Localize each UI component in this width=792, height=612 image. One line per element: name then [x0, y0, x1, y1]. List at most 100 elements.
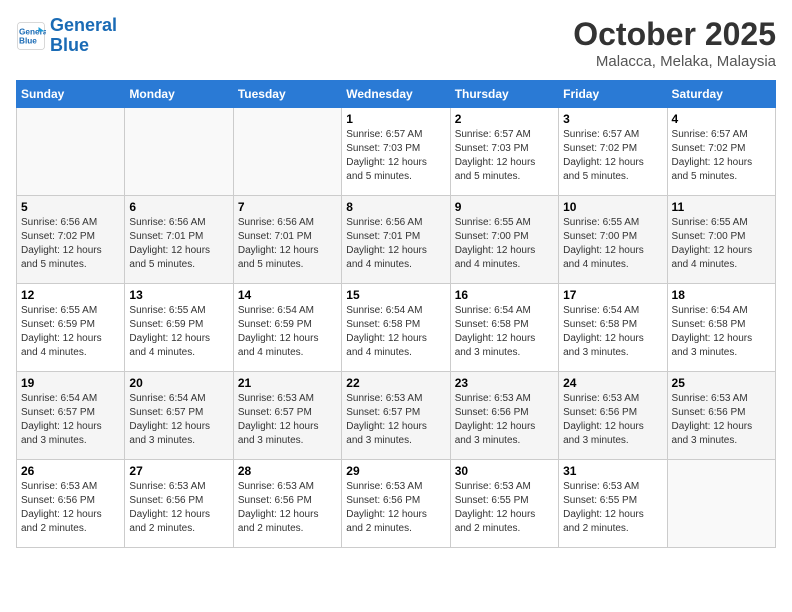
logo-text: General Blue — [50, 16, 117, 56]
calendar-cell: 13Sunrise: 6:55 AM Sunset: 6:59 PM Dayli… — [125, 284, 233, 372]
day-number: 29 — [346, 464, 445, 478]
calendar-cell: 10 Sunrise: 6:55 AM Sunset: 7:00 PM Dayli… — [559, 196, 667, 284]
day-number: 10 — [563, 200, 662, 214]
logo: General Blue General Blue — [16, 16, 117, 56]
day-info: Sunrise: 6:55 AM Sunset: 7:00 PM Dayligh… — [455, 216, 554, 272]
weekday-header-thursday: Thursday — [450, 81, 558, 108]
day-number: 14 — [238, 288, 337, 302]
day-number: 8 — [346, 200, 445, 214]
day-number: 2 — [455, 112, 554, 126]
day-info: Sunrise: 6:57 AM Sunset: 7:02 PM Dayligh… — [563, 128, 662, 184]
day-number: 22 — [346, 376, 445, 390]
day-info: Sunrise: 6:54 AM Sunset: 6:57 PM Dayligh… — [129, 392, 228, 448]
day-number: 21 — [238, 376, 337, 390]
day-info: Sunrise: 6:55 AM Sunset: 6:59 PM Dayligh… — [21, 304, 120, 360]
calendar-cell: 1 Sunrise: 6:57 AM Sunset: 7:03 PM Daylig… — [342, 108, 450, 196]
day-info: Sunrise: 6:53 AM Sunset: 6:56 PM Dayligh… — [129, 480, 228, 536]
day-number: 17 — [563, 288, 662, 302]
day-info: Sunrise: 6:57 AM Sunset: 7:02 PM Dayligh… — [672, 128, 771, 184]
day-number: 16 — [455, 288, 554, 302]
day-info: Sunrise: 6:53 AM Sunset: 6:57 PM Dayligh… — [346, 392, 445, 448]
calendar-cell: 6 Sunrise: 6:56 AM Sunset: 7:01 PM Daylig… — [125, 196, 233, 284]
calendar-cell: 26 Sunrise: 6:53 AM Sunset: 6:56 PM Dayli… — [17, 460, 125, 548]
calendar-cell: 29Sunrise: 6:53 AM Sunset: 6:56 PM Dayli… — [342, 460, 450, 548]
calendar-cell: 2Sunrise: 6:57 AM Sunset: 7:03 PM Daylig… — [450, 108, 558, 196]
calendar-week-row: 1 Sunrise: 6:57 AM Sunset: 7:03 PM Daylig… — [17, 108, 776, 196]
day-info: Sunrise: 6:53 AM Sunset: 6:56 PM Dayligh… — [21, 480, 120, 536]
logo-icon: General Blue — [16, 21, 46, 51]
day-info: Sunrise: 6:56 AM Sunset: 7:01 PM Dayligh… — [238, 216, 337, 272]
calendar-week-row: 5Sunrise: 6:56 AM Sunset: 7:02 PM Daylig… — [17, 196, 776, 284]
day-info: Sunrise: 6:53 AM Sunset: 6:57 PM Dayligh… — [238, 392, 337, 448]
calendar-cell: 31Sunrise: 6:53 AM Sunset: 6:55 PM Dayli… — [559, 460, 667, 548]
day-number: 25 — [672, 376, 771, 390]
calendar-cell: 28 Sunrise: 6:53 AM Sunset: 6:56 PM Dayli… — [233, 460, 341, 548]
calendar-cell: 20 Sunrise: 6:54 AM Sunset: 6:57 PM Dayli… — [125, 372, 233, 460]
day-number: 4 — [672, 112, 771, 126]
svg-text:General: General — [19, 27, 46, 36]
day-number: 24 — [563, 376, 662, 390]
day-number: 3 — [563, 112, 662, 126]
day-number: 12 — [21, 288, 120, 302]
day-number: 6 — [129, 200, 228, 214]
day-info: Sunrise: 6:55 AM Sunset: 7:00 PM Dayligh… — [672, 216, 771, 272]
svg-text:Blue: Blue — [19, 36, 37, 45]
calendar-cell — [125, 108, 233, 196]
weekday-header-saturday: Saturday — [667, 81, 775, 108]
calendar-cell: 30 Sunrise: 6:53 AM Sunset: 6:55 PM Dayli… — [450, 460, 558, 548]
day-info: Sunrise: 6:53 AM Sunset: 6:56 PM Dayligh… — [563, 392, 662, 448]
calendar-cell: 19Sunrise: 6:54 AM Sunset: 6:57 PM Dayli… — [17, 372, 125, 460]
calendar-cell: 22 Sunrise: 6:53 AM Sunset: 6:57 PM Dayli… — [342, 372, 450, 460]
day-info: Sunrise: 6:56 AM Sunset: 7:02 PM Dayligh… — [21, 216, 120, 272]
calendar-cell: 21 Sunrise: 6:53 AM Sunset: 6:57 PM Dayli… — [233, 372, 341, 460]
day-number: 7 — [238, 200, 337, 214]
day-number: 20 — [129, 376, 228, 390]
calendar-cell: 7 Sunrise: 6:56 AM Sunset: 7:01 PM Daylig… — [233, 196, 341, 284]
day-info: Sunrise: 6:53 AM Sunset: 6:56 PM Dayligh… — [672, 392, 771, 448]
day-info: Sunrise: 6:55 AM Sunset: 6:59 PM Dayligh… — [129, 304, 228, 360]
title-area: October 2025 Malacca, Melaka, Malaysia — [573, 16, 776, 70]
weekday-header-row: SundayMondayTuesdayWednesdayThursdayFrid… — [17, 81, 776, 108]
day-info: Sunrise: 6:54 AM Sunset: 6:58 PM Dayligh… — [672, 304, 771, 360]
day-number: 28 — [238, 464, 337, 478]
day-number: 26 — [21, 464, 120, 478]
day-info: Sunrise: 6:54 AM Sunset: 6:58 PM Dayligh… — [455, 304, 554, 360]
day-info: Sunrise: 6:55 AM Sunset: 7:00 PM Dayligh… — [563, 216, 662, 272]
day-number: 30 — [455, 464, 554, 478]
calendar-table: SundayMondayTuesdayWednesdayThursdayFrid… — [16, 80, 776, 548]
weekday-header-sunday: Sunday — [17, 81, 125, 108]
calendar-cell: 3 Sunrise: 6:57 AM Sunset: 7:02 PM Daylig… — [559, 108, 667, 196]
calendar-cell: 27 Sunrise: 6:53 AM Sunset: 6:56 PM Dayli… — [125, 460, 233, 548]
day-info: Sunrise: 6:54 AM Sunset: 6:58 PM Dayligh… — [346, 304, 445, 360]
weekday-header-tuesday: Tuesday — [233, 81, 341, 108]
day-info: Sunrise: 6:54 AM Sunset: 6:59 PM Dayligh… — [238, 304, 337, 360]
calendar-cell: 16 Sunrise: 6:54 AM Sunset: 6:58 PM Dayli… — [450, 284, 558, 372]
calendar-cell — [17, 108, 125, 196]
day-number: 31 — [563, 464, 662, 478]
day-number: 18 — [672, 288, 771, 302]
day-info: Sunrise: 6:56 AM Sunset: 7:01 PM Dayligh… — [346, 216, 445, 272]
calendar-cell: 9 Sunrise: 6:55 AM Sunset: 7:00 PM Daylig… — [450, 196, 558, 284]
calendar-cell: 12 Sunrise: 6:55 AM Sunset: 6:59 PM Dayli… — [17, 284, 125, 372]
calendar-cell: 8 Sunrise: 6:56 AM Sunset: 7:01 PM Daylig… — [342, 196, 450, 284]
day-info: Sunrise: 6:53 AM Sunset: 6:56 PM Dayligh… — [238, 480, 337, 536]
calendar-cell: 18 Sunrise: 6:54 AM Sunset: 6:58 PM Dayli… — [667, 284, 775, 372]
day-number: 11 — [672, 200, 771, 214]
day-info: Sunrise: 6:54 AM Sunset: 6:58 PM Dayligh… — [563, 304, 662, 360]
day-info: Sunrise: 6:53 AM Sunset: 6:55 PM Dayligh… — [455, 480, 554, 536]
day-number: 19 — [21, 376, 120, 390]
calendar-cell: 14 Sunrise: 6:54 AM Sunset: 6:59 PM Dayli… — [233, 284, 341, 372]
day-number: 15 — [346, 288, 445, 302]
calendar-cell — [233, 108, 341, 196]
calendar-cell: 17 Sunrise: 6:54 AM Sunset: 6:58 PM Dayli… — [559, 284, 667, 372]
calendar-cell: 5Sunrise: 6:56 AM Sunset: 7:02 PM Daylig… — [17, 196, 125, 284]
calendar-week-row: 26 Sunrise: 6:53 AM Sunset: 6:56 PM Dayli… — [17, 460, 776, 548]
day-number: 23 — [455, 376, 554, 390]
day-number: 1 — [346, 112, 445, 126]
day-number: 27 — [129, 464, 228, 478]
weekday-header-friday: Friday — [559, 81, 667, 108]
day-number: 9 — [455, 200, 554, 214]
calendar-cell: 4 Sunrise: 6:57 AM Sunset: 7:02 PM Daylig… — [667, 108, 775, 196]
day-info: Sunrise: 6:57 AM Sunset: 7:03 PM Dayligh… — [346, 128, 445, 184]
day-info: Sunrise: 6:56 AM Sunset: 7:01 PM Dayligh… — [129, 216, 228, 272]
